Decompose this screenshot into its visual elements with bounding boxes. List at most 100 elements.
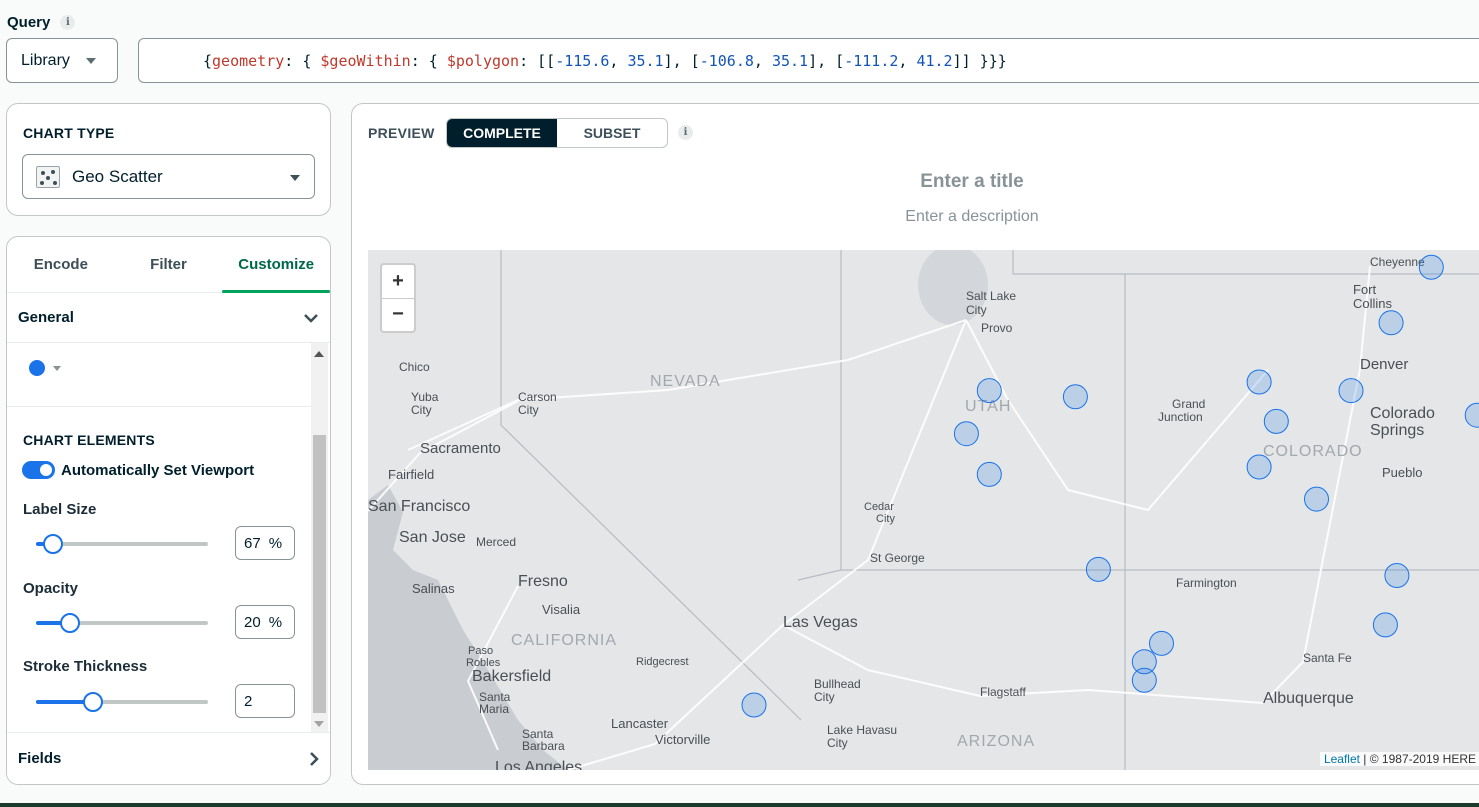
- zoom-in-button[interactable]: +: [382, 265, 414, 298]
- map-city-label: Salinas: [412, 581, 455, 596]
- map-city-label: Grand: [1172, 397, 1205, 411]
- query-token: 35.1: [627, 51, 664, 70]
- map-point[interactable]: [1338, 378, 1364, 404]
- info-icon[interactable]: i: [678, 125, 693, 140]
- label-size-input[interactable]: 67 %: [235, 526, 295, 560]
- chart-description-input[interactable]: Enter a description: [352, 208, 1479, 226]
- chart-title-input[interactable]: Enter a title: [352, 171, 1479, 193]
- map-city-label: Paso: [468, 645, 493, 657]
- map-point[interactable]: [1384, 563, 1410, 588]
- opacity-value: 20: [244, 613, 261, 631]
- map-city-label: Provo: [981, 321, 1013, 335]
- complete-button[interactable]: COMPLETE: [447, 119, 557, 147]
- query-token: -106.8: [699, 51, 754, 70]
- attribution-text: | © 1987-2019 HERE: [1359, 752, 1476, 766]
- fields-section-header[interactable]: Fields: [7, 732, 330, 784]
- stroke-slider[interactable]: [36, 692, 208, 712]
- map-city-label: Springs: [1370, 422, 1424, 439]
- marker-color-picker[interactable]: [29, 360, 61, 376]
- map-city-label: Cedar: [864, 501, 894, 513]
- map-region-label: CALIFORNIA: [511, 632, 617, 649]
- map-point[interactable]: [953, 421, 979, 447]
- map-city-label: Santa Fe: [1303, 651, 1352, 665]
- opacity-label: Opacity: [23, 580, 79, 597]
- customize-scroll-area[interactable]: CHART ELEMENTS Automatically Set Viewpor…: [7, 343, 330, 733]
- stroke-input[interactable]: 2: [235, 684, 295, 718]
- auto-viewport-toggle[interactable]: [22, 461, 55, 479]
- zoom-out-button[interactable]: −: [382, 297, 414, 332]
- map-city-label: San Jose: [399, 529, 466, 546]
- chevron-down-icon: [290, 175, 300, 181]
- map-point[interactable]: [1246, 454, 1272, 480]
- map-city-label: Fairfield: [388, 467, 434, 482]
- roads: [368, 265, 1371, 770]
- preview-mode-toggle: COMPLETE SUBSET: [446, 118, 668, 148]
- bottom-border: [0, 803, 1479, 807]
- slider-thumb[interactable]: [60, 613, 81, 633]
- query-token: ,: [898, 51, 917, 70]
- map-point[interactable]: [976, 378, 1002, 404]
- map-city-label: Fort: [1353, 282, 1377, 297]
- fields-label: Fields: [18, 750, 62, 767]
- query-token: -115.6: [555, 51, 610, 70]
- map-city-label: Yuba: [411, 390, 439, 404]
- map-point[interactable]: [1418, 254, 1444, 280]
- chevron-down-icon: [304, 313, 318, 323]
- label-size-slider[interactable]: [36, 534, 208, 554]
- map-point[interactable]: [976, 461, 1002, 487]
- chart-type-select[interactable]: Geo Scatter: [22, 154, 315, 199]
- map-region-label: ARIZONA: [957, 733, 1035, 750]
- map-point[interactable]: [1062, 384, 1088, 410]
- map-city-label: Bakersfield: [472, 668, 551, 685]
- map-canvas: Salt LakeCityProvoCheyenneFortCollinsDen…: [368, 250, 1479, 770]
- chart-elements-heading: CHART ELEMENTS: [23, 432, 155, 448]
- map-city-label: Fresno: [518, 573, 568, 590]
- query-token: $geoWithin: [320, 51, 411, 70]
- leaflet-link[interactable]: Leaflet: [1324, 752, 1360, 766]
- map-city-label: Sacramento: [420, 440, 501, 457]
- label-size-label: Label Size: [23, 501, 97, 518]
- opacity-slider[interactable]: [36, 613, 208, 633]
- map-city-label: Maria: [479, 702, 509, 716]
- geo-scatter-icon: [36, 165, 60, 188]
- map-point[interactable]: [1149, 630, 1174, 656]
- map-point[interactable]: [1304, 486, 1329, 512]
- query-token: 35.1: [771, 51, 809, 70]
- library-label: Library: [21, 51, 70, 69]
- info-icon[interactable]: i: [60, 15, 76, 30]
- scroll-up-arrow[interactable]: [314, 351, 324, 357]
- scrollbar[interactable]: [311, 343, 328, 733]
- opacity-input[interactable]: 20 %: [235, 605, 295, 639]
- slider-thumb[interactable]: [43, 534, 64, 554]
- map-city-label: Chico: [399, 360, 430, 374]
- map-point[interactable]: [1263, 408, 1289, 434]
- tab-encode[interactable]: Encode: [7, 237, 115, 292]
- tab-filter[interactable]: Filter: [115, 237, 223, 292]
- slider-thumb[interactable]: [82, 692, 103, 712]
- map-point[interactable]: [1378, 310, 1404, 336]
- map-point[interactable]: [741, 692, 767, 718]
- map-point[interactable]: [1131, 667, 1157, 693]
- map-city-label: Junction: [1158, 410, 1203, 424]
- map-city-label: Albuquerque: [1263, 690, 1354, 707]
- map-city-label: St George: [870, 551, 925, 565]
- map-city-label: Las Vegas: [783, 614, 858, 631]
- map-point[interactable]: [1085, 556, 1111, 582]
- subset-button[interactable]: SUBSET: [557, 119, 667, 147]
- general-section-header[interactable]: General: [7, 293, 330, 343]
- tab-customize[interactable]: Customize: [222, 237, 330, 293]
- library-button[interactable]: Library: [6, 38, 118, 83]
- query-input[interactable]: {geometry: { $geoWithin: { $polygon: [[-…: [138, 38, 1479, 83]
- map-point[interactable]: [1464, 402, 1479, 428]
- map-city-label: Colorado: [1370, 405, 1435, 422]
- auto-viewport-label: Automatically Set Viewport: [61, 461, 255, 479]
- scrollbar-thumb[interactable]: [313, 435, 326, 713]
- map-point[interactable]: [1246, 369, 1272, 395]
- scroll-down-arrow[interactable]: [314, 721, 324, 727]
- map-point[interactable]: [1372, 612, 1398, 638]
- map-city-label: City: [814, 690, 835, 704]
- map-attribution: Leaflet | © 1987-2019 HERE: [1319, 752, 1479, 766]
- chart-type-card: CHART TYPE Geo Scatter: [6, 103, 331, 216]
- geo-map[interactable]: Salt Lake City Provo Cheyenne Fort Collins Den…: [368, 250, 1479, 770]
- map-city-label: Carson: [518, 390, 557, 404]
